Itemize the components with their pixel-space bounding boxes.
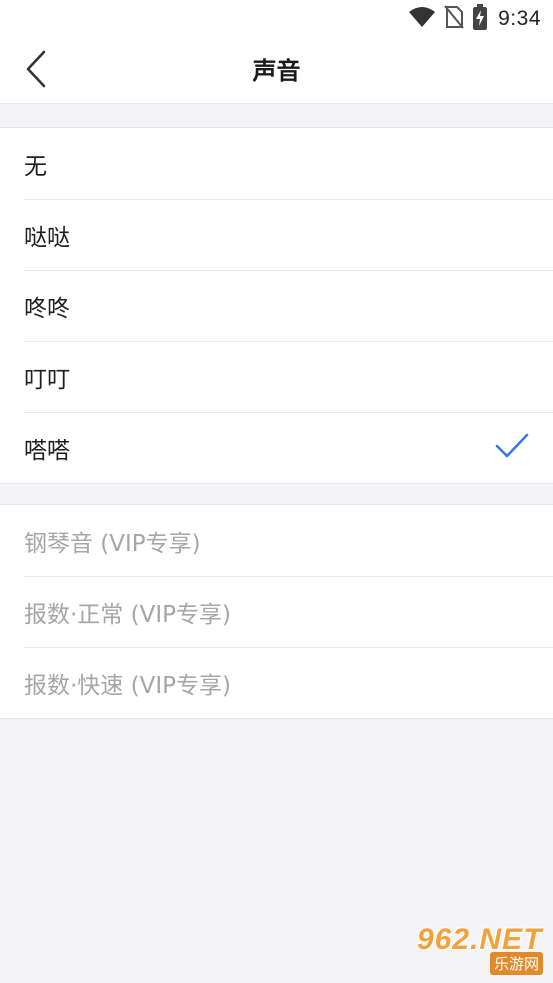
checkmark-icon — [495, 433, 529, 463]
sound-option-tata[interactable]: 嗒嗒 — [0, 412, 553, 483]
sound-option-label: 嗒嗒 — [24, 437, 70, 464]
vip-option-label: 报数·快速 (VIP专享) — [24, 672, 231, 699]
vip-option-count-normal[interactable]: 报数·正常 (VIP专享) — [0, 576, 553, 647]
chevron-left-icon — [24, 50, 48, 92]
sound-option-label: 叮叮 — [24, 366, 70, 393]
status-time: 9:34 — [498, 7, 541, 30]
sound-option-dada[interactable]: 哒哒 — [0, 199, 553, 270]
sound-option-none[interactable]: 无 — [0, 128, 553, 199]
sound-option-label: 无 — [24, 153, 47, 180]
sound-option-dongdong[interactable]: 咚咚 — [0, 270, 553, 341]
sound-option-label: 咚咚 — [24, 295, 70, 322]
status-bar: 9:34 — [0, 0, 553, 38]
wifi-icon — [408, 6, 436, 32]
vip-option-count-fast[interactable]: 报数·快速 (VIP专享) — [0, 647, 553, 718]
vip-options-list: 钢琴音 (VIP专享) 报数·正常 (VIP专享) 报数·快速 (VIP专享) — [0, 504, 553, 719]
back-button[interactable] — [14, 48, 58, 94]
no-sim-icon — [444, 5, 464, 33]
nav-bar: 声音 — [0, 38, 553, 104]
sound-option-dingding[interactable]: 叮叮 — [0, 341, 553, 412]
vip-option-label: 报数·正常 (VIP专享) — [24, 601, 231, 628]
vip-option-piano[interactable]: 钢琴音 (VIP专享) — [0, 505, 553, 576]
watermark-subtext: 乐游网 — [489, 952, 543, 975]
sound-option-label: 哒哒 — [24, 224, 70, 251]
vip-option-label: 钢琴音 (VIP专享) — [24, 530, 201, 557]
page-title: 声音 — [252, 57, 301, 85]
battery-charging-icon — [472, 4, 488, 34]
sound-options-list: 无 哒哒 咚咚 叮叮 嗒嗒 — [0, 127, 553, 484]
watermark-logo: 962.NET 乐游网 — [411, 923, 547, 977]
